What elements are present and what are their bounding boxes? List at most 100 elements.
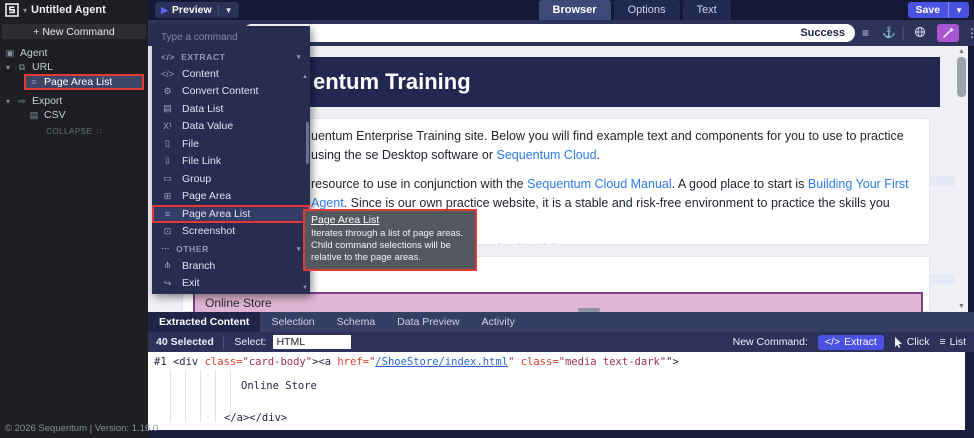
download-icon: ⇩ [161,156,174,167]
selected-page-area[interactable]: Online Store [193,292,923,312]
toolbar-divider: │ [900,25,908,41]
database-icon: ▤ [161,103,174,114]
exit-icon: ↪ [161,278,174,289]
anchor-icon[interactable]: ⚓ [882,25,896,41]
save-caret-icon[interactable]: ▼ [948,2,969,18]
code-href-link[interactable]: /ShoeStore/index.html [375,356,508,368]
tab-schema[interactable]: Schema [326,312,387,332]
selected-count: 40 Selected [156,336,214,348]
click-button[interactable]: Click [894,336,930,348]
tooltip-body: Iterates through a list of page areas. C… [311,228,469,264]
tab-options[interactable]: Options [614,0,680,20]
tree-item-agent[interactable]: ▣ Agent [0,46,148,60]
list-icon: ≡ [28,77,40,87]
list-icon: ≡ [161,209,174,219]
tab-data-preview[interactable]: Data Preview [386,312,470,332]
list-button[interactable]: ≡List [940,336,966,348]
tree-item-url[interactable]: ▾ ⧉ URL [0,60,148,74]
indent-guide [170,370,171,422]
tree-item-export[interactable]: ▾ ⇨ Export [0,94,148,108]
preview-button[interactable]: ▶ Preview ▼ [155,2,239,18]
bottom-panel: Extracted Content Selection Schema Data … [148,312,974,438]
tab-selection[interactable]: Selection [260,312,325,332]
menu-item-branch[interactable]: ⋔Branch [152,257,310,275]
command-tree: ▣ Agent ▾ ⧉ URL ≡ Page Area List ▾ ⇨ Exp… [0,46,148,136]
wand-icon [942,27,954,39]
tree-item-csv[interactable]: ▤ CSV [0,108,148,122]
command-menu: </> EXTRACT ▾ </>Content ⚙Convert Conten… [152,26,310,294]
code-icon: </> [825,336,840,348]
kebab-menu-icon[interactable]: ⋮ [966,25,974,41]
export-icon: ⇨ [16,96,28,107]
globe-icon[interactable] [914,25,926,41]
code-icon: </> [161,69,174,79]
chevron-down-icon: ▾ [297,53,301,61]
folder-icon: ▭ [161,173,174,184]
divider: │ [221,336,228,348]
preview-label: Preview [172,4,218,16]
window-edge [968,46,974,312]
command-tooltip: Page Area List Iterates through a list o… [303,209,477,271]
top-bar: ▶ Preview ▼ Browser Options Text Save ▼ [148,0,974,20]
menu-scroll-up-icon[interactable]: ▲ [302,74,308,80]
select-input[interactable] [273,335,351,349]
online-store-link[interactable]: Online Store [205,296,272,310]
menu-item-page-area-list[interactable]: ≡Page Area List [152,205,310,223]
tree-item-page-area-list[interactable]: ≡ Page Area List [24,74,144,90]
menu-item-exit[interactable]: ↪Exit [152,275,310,293]
new-command-label: New Command: [733,336,808,348]
menu-item-data-list[interactable]: ▤Data List [152,100,310,118]
menu-section-extract[interactable]: </> EXTRACT ▾ [152,48,310,65]
command-search-input[interactable] [152,26,310,48]
list-view-icon[interactable]: ≡ [862,25,869,41]
agent-header[interactable]: ▾ Untitled Agent [0,0,148,20]
scroll-down-icon[interactable]: ▼ [955,303,968,310]
collapse-icon: ∷ [96,127,102,136]
menu-scrollbar-thumb[interactable] [306,122,309,164]
status-badge: Success [800,27,845,39]
chevron-down-icon: ▾ [297,245,301,253]
select-label: Select: [234,336,266,348]
sequentum-logo-icon [5,3,19,17]
magic-wand-button[interactable] [937,24,959,42]
ellipsis-icon: ⋯ [161,243,170,254]
chevron-down-icon[interactable]: ▾ [4,63,12,72]
version-footer: © 2026 Sequentum | Version: 1.16.0 [5,423,158,434]
chevron-down-icon[interactable]: ▾ [23,6,27,15]
vertical-scrollbar[interactable]: ▲ ▼ [955,46,968,312]
address-bar[interactable]: Success [243,24,855,42]
external-link-icon: ⧉ [16,62,28,73]
preview-caret-icon[interactable]: ▼ [219,6,239,15]
menu-item-convert-content[interactable]: ⚙Convert Content [152,83,310,101]
agent-icon: ▣ [4,48,16,59]
menu-section-other[interactable]: ⋯ OTHER ▾ [152,240,310,257]
tab-browser[interactable]: Browser [539,0,611,20]
menu-item-content[interactable]: </>Content [152,65,310,83]
tab-text[interactable]: Text [683,0,731,20]
chevron-down-icon[interactable]: ▾ [4,97,12,106]
link-cloud-training[interactable]: Cloud Training [489,242,570,245]
link-cloud-manual[interactable]: Sequentum Cloud Manual [527,177,672,191]
menu-item-page-area[interactable]: ⊞Page Area [152,188,310,206]
save-button[interactable]: Save [908,2,949,18]
tab-activity[interactable]: Activity [471,312,526,332]
paragraph-3: r Cloud Training page. [481,240,913,245]
collapse-button[interactable]: COLLAPSE ∷ [0,127,148,136]
extract-button[interactable]: </>Extract [818,335,884,350]
menu-item-screenshot[interactable]: ⊡Screenshot [152,223,310,241]
menu-item-file[interactable]: ▯File [152,135,310,153]
scroll-up-icon[interactable]: ▲ [955,48,968,55]
new-command-button[interactable]: + New Command [2,24,146,39]
extracted-html-view[interactable]: #1 <div class="card-body"><a href="/Shoe… [148,352,965,430]
tab-extracted-content[interactable]: Extracted Content [148,312,260,332]
link-sequentum-cloud[interactable]: Sequentum Cloud [497,148,597,162]
menu-item-group[interactable]: ▭Group [152,170,310,188]
csv-file-icon: ▤ [28,110,40,121]
menu-item-data-value[interactable]: X¹Data Value [152,118,310,136]
menu-scroll-down-icon[interactable]: ▼ [302,285,308,291]
data-value-icon: X¹ [161,121,174,131]
menu-item-file-link[interactable]: ⇩File Link [152,153,310,171]
page-area-icon: ⊞ [161,191,174,202]
play-icon: ▶ [155,5,172,16]
scrollbar-thumb[interactable] [957,57,966,97]
